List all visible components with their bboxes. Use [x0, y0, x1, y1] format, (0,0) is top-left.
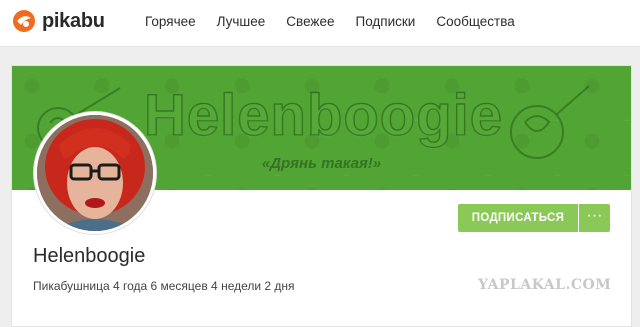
profile-stats: Пикабушница 4 года 6 месяцев 4 недели 2 …: [33, 279, 295, 293]
avatar[interactable]: [34, 112, 156, 234]
user-avatar-icon: [37, 115, 153, 231]
top-header: pikabu Горячее Лучшее Свежее Подписки Со…: [0, 0, 640, 47]
logo-text: pikabu: [42, 9, 105, 32]
pikabu-logo-icon: [13, 10, 35, 32]
watermark: YAPLAKAL.COM: [478, 277, 612, 293]
profile-username: Helenboogie: [33, 245, 146, 267]
cover-title: Helenboogie: [143, 82, 504, 148]
nav-item-subscriptions[interactable]: Подписки: [355, 14, 415, 29]
more-options-button[interactable]: ···: [579, 204, 610, 232]
subscribe-button[interactable]: ПОДПИСАТЬСЯ: [458, 204, 578, 232]
nav-item-hot[interactable]: Горячее: [145, 14, 196, 29]
pikabu-logo[interactable]: pikabu: [12, 9, 105, 33]
nav-item-best[interactable]: Лучшее: [217, 14, 266, 29]
nav-item-communities[interactable]: Сообщества: [436, 14, 514, 29]
main-nav: Горячее Лучшее Свежее Подписки Сообществ…: [145, 14, 536, 29]
nav-item-fresh[interactable]: Свежее: [286, 14, 334, 29]
